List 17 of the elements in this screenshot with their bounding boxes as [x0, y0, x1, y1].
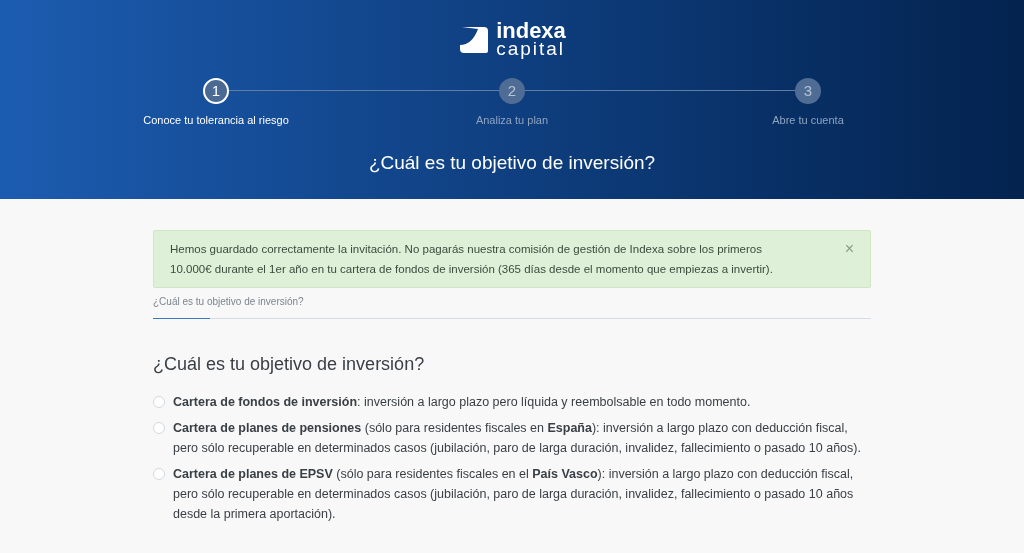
- logo-icon: [458, 25, 491, 55]
- radio-button[interactable]: [153, 422, 165, 434]
- alert-message: Hemos guardado correctamente la invitación. No pagarás nuestra comisión de gestión de Indexa sobre los primeros 10.000€ durante el 1er año en tu cartera de fondos de inversión (365 días desde el momento que empiezas a invertir).: [170, 242, 774, 277]
- radio-button[interactable]: [153, 468, 165, 480]
- breadcrumb-tab[interactable]: ¿Cuál es tu objetivo de inversión?: [153, 296, 304, 307]
- close-button[interactable]: ×: [844, 239, 854, 259]
- logo-text: indexa: [496, 22, 566, 40]
- step-label: Abre tu cuenta: [772, 113, 844, 128]
- option-text: Cartera de planes de EPSV (sólo para residentes fiscales en el País Vasco): inversión a largo plazo con deducción fiscal, pero sólo recuperable en determinados casos (jubilación, paro de larga duración, invalidez, fallecimiento o pasado 10 años desde la primera aportación).: [173, 466, 855, 523]
- step-label: Analiza tu plan: [475, 113, 549, 128]
- question-heading: ¿Cuál es tu objetivo de inversión?: [153, 353, 426, 376]
- option-text: Cartera de planes de pensiones (sólo para residentes fiscales en España): inversión a largo plazo con deducción fiscal, pero sólo recuperable en determinados casos (jubilación, paro de larga duración, invalidez, fallecimiento o pasado 10 años).: [173, 420, 862, 457]
- logo-text: capital: [496, 40, 566, 58]
- option-text: Cartera de fondos de inversión: inversión a largo plazo pero líquida y reembolsable en todo momento.: [173, 394, 751, 411]
- step-label: Conoce tu tolerancia al riesgo: [143, 113, 289, 128]
- radio-button[interactable]: [153, 396, 165, 408]
- header-title: ¿Cuál es tu objetivo de inversión?: [368, 150, 656, 175]
